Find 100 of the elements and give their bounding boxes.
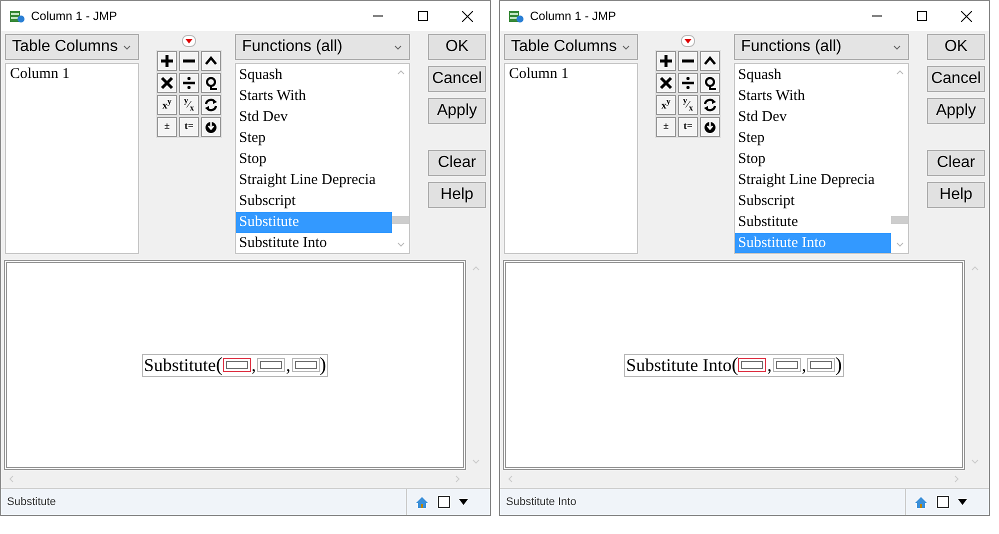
status-text: Substitute Into: [505, 496, 578, 508]
formula-editor[interactable]: Substitute Into( , , ): [503, 260, 965, 470]
formula-expression[interactable]: Substitute( , , ): [142, 354, 328, 376]
dialog-button[interactable]: Apply: [927, 98, 985, 124]
keypad-button[interactable]: [157, 51, 177, 71]
maximize-icon: [418, 11, 428, 21]
home-icon[interactable]: [415, 496, 429, 508]
scrollbar-thumb[interactable]: [891, 216, 908, 224]
home-icon[interactable]: [914, 496, 928, 508]
function-item[interactable]: Stop: [236, 149, 392, 170]
keypad-button[interactable]: x$^{y}$: [157, 95, 177, 115]
dialog-button[interactable]: OK: [927, 34, 985, 60]
loop-icon: [204, 76, 218, 90]
column-item[interactable]: Column 1: [6, 64, 138, 85]
function-item[interactable]: Subscript: [236, 191, 392, 212]
dialog-button[interactable]: Clear: [428, 150, 486, 176]
close-icon: [961, 10, 972, 22]
plus-icon: [659, 54, 673, 68]
refresh-icon: [703, 98, 717, 112]
function-item[interactable]: Straight Line Deprecia: [236, 170, 392, 191]
keypad-button[interactable]: [179, 73, 199, 93]
close-icon: [462, 10, 473, 22]
multiply-icon: [160, 76, 174, 90]
dialog-button[interactable]: OK: [428, 34, 486, 60]
chevron-down-icon: [123, 44, 131, 50]
dropdown-triangle-icon[interactable]: [459, 499, 468, 505]
dialog-button[interactable]: Cancel: [927, 66, 985, 92]
close-paren: ): [835, 355, 842, 375]
keypad-button[interactable]: [201, 51, 221, 71]
argument-placeholder[interactable]: [292, 358, 320, 372]
argument-placeholder[interactable]: [738, 358, 766, 372]
divide-icon: [182, 76, 196, 90]
keypad-button[interactable]: [157, 73, 177, 93]
checkbox[interactable]: [438, 496, 450, 508]
keypad-button[interactable]: $^{y}$⁄$_{x}$: [678, 95, 698, 115]
keypad-button[interactable]: [678, 51, 698, 71]
keypad-button[interactable]: [678, 73, 698, 93]
dialog-button[interactable]: Help: [927, 182, 985, 208]
column-item[interactable]: Column 1: [505, 64, 637, 85]
keypad-button[interactable]: t=: [179, 117, 199, 137]
comma: ,: [252, 354, 256, 376]
argument-placeholder[interactable]: [257, 358, 285, 372]
checkbox[interactable]: [937, 496, 949, 508]
app-icon: [9, 8, 25, 24]
function-item[interactable]: Stop: [735, 149, 891, 170]
refresh-icon: [204, 98, 218, 112]
function-item[interactable]: Starts With: [236, 86, 392, 107]
function-item[interactable]: Step: [735, 128, 891, 149]
dropdown-triangle-icon[interactable]: [958, 499, 967, 505]
function-item[interactable]: Squash: [735, 65, 891, 86]
window-title: Column 1 - JMP: [530, 9, 616, 23]
status-text: Substitute: [6, 496, 57, 508]
multiply-icon: [659, 76, 673, 90]
keypad-button[interactable]: [700, 117, 720, 137]
chevron-down-icon: [893, 44, 901, 50]
function-name: Substitute: [144, 354, 216, 376]
open-paren: (: [732, 355, 738, 375]
function-item[interactable]: Std Dev: [735, 107, 891, 128]
keypad-button[interactable]: [201, 95, 221, 115]
keypad-button[interactable]: [700, 51, 720, 71]
formula-expression[interactable]: Substitute Into( , , ): [624, 354, 844, 376]
keypad-button[interactable]: x$^{y}$: [656, 95, 676, 115]
argument-placeholder[interactable]: [772, 358, 801, 372]
function-item[interactable]: Substitute Into: [236, 233, 392, 253]
function-item[interactable]: Subscript: [735, 191, 891, 212]
keypad-button[interactable]: [656, 51, 676, 71]
scrollbar-thumb[interactable]: [392, 216, 409, 224]
keypad-button[interactable]: [179, 51, 199, 71]
function-item[interactable]: Substitute: [735, 212, 891, 233]
dialog-button[interactable]: Help: [428, 182, 486, 208]
plus-icon: [160, 54, 174, 68]
keypad-button[interactable]: ±: [656, 117, 676, 137]
function-item[interactable]: Squash: [236, 65, 392, 86]
dialog-button[interactable]: Clear: [927, 150, 985, 176]
argument-placeholder[interactable]: [222, 358, 250, 372]
keypad-button[interactable]: [201, 73, 221, 93]
columns-dropdown[interactable]: Table Columns: [504, 34, 638, 60]
function-item[interactable]: Std Dev: [236, 107, 392, 128]
keypad-button[interactable]: ±: [157, 117, 177, 137]
formula-editor[interactable]: Substitute( , , ): [4, 260, 466, 470]
comma: ,: [802, 354, 806, 376]
loop-icon: [703, 76, 717, 90]
keypad-button[interactable]: t=: [678, 117, 698, 137]
dialog-button[interactable]: Cancel: [428, 66, 486, 92]
functions-dropdown[interactable]: Functions (all): [235, 34, 410, 60]
function-name: Substitute Into: [626, 354, 732, 376]
argument-placeholder[interactable]: [807, 358, 836, 372]
columns-dropdown[interactable]: Table Columns: [5, 34, 139, 60]
keypad-button[interactable]: [201, 117, 221, 137]
keypad-button[interactable]: [700, 95, 720, 115]
function-item[interactable]: Straight Line Deprecia: [735, 170, 891, 191]
functions-dropdown[interactable]: Functions (all): [734, 34, 909, 60]
dialog-button[interactable]: Apply: [428, 98, 486, 124]
function-item[interactable]: Starts With: [735, 86, 891, 107]
keypad-button[interactable]: [656, 73, 676, 93]
maximize-icon: [916, 11, 926, 21]
keypad-button[interactable]: [700, 73, 720, 93]
function-item[interactable]: Step: [236, 128, 392, 149]
keypad-button[interactable]: $^{y}$⁄$_{x}$: [179, 95, 199, 115]
comma: ,: [767, 354, 772, 376]
